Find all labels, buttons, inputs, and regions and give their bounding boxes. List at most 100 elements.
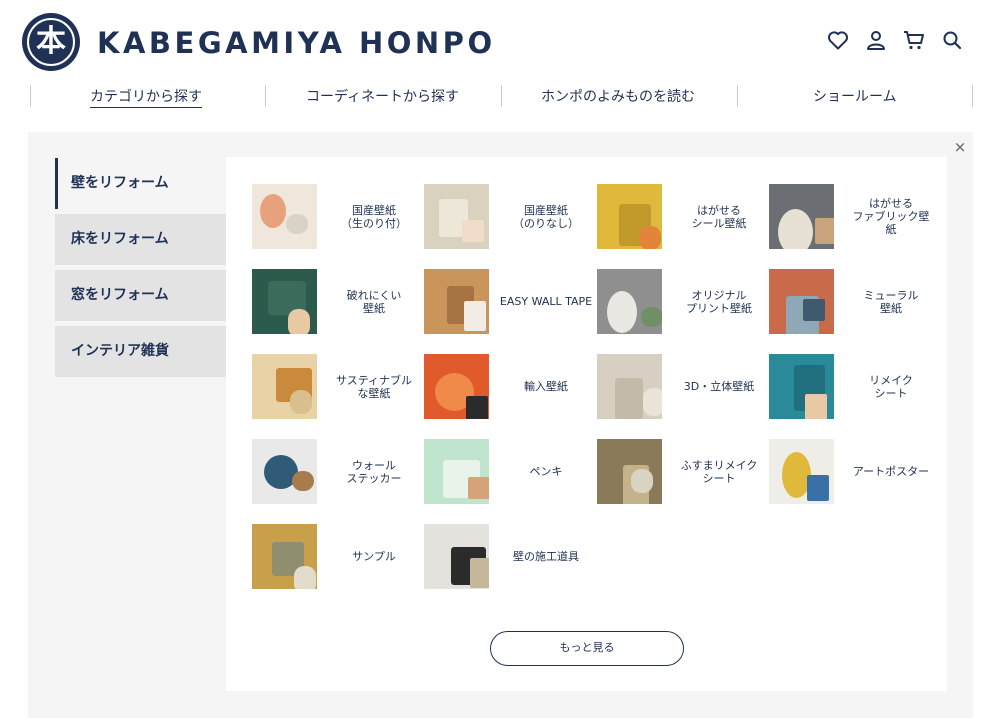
- category-thumbnail[interactable]: [252, 269, 317, 334]
- thumbnail-shape: [294, 566, 316, 589]
- logo-kanji: 本: [36, 24, 66, 59]
- category-label[interactable]: ミューラル 壁紙: [840, 269, 942, 334]
- side-item-wall[interactable]: 壁をリフォーム: [55, 158, 226, 209]
- category-item[interactable]: アートポスター: [769, 439, 941, 505]
- thumbnail-shape: [615, 378, 643, 419]
- thumbnail-shape: [778, 209, 813, 249]
- thumbnail-shape: [607, 291, 637, 333]
- more-button[interactable]: もっと見る: [490, 631, 684, 666]
- category-label[interactable]: EASY WALL TAPE: [495, 269, 597, 334]
- category-item[interactable]: ミューラル 壁紙: [769, 269, 941, 335]
- category-thumbnail[interactable]: [252, 184, 317, 249]
- thumbnail-shape: [631, 469, 653, 493]
- nav-divider: [265, 85, 266, 107]
- category-label[interactable]: アートポスター: [840, 439, 942, 504]
- logo-mark[interactable]: 本: [22, 13, 80, 71]
- category-label[interactable]: リメイク シート: [840, 354, 942, 419]
- nav-divider: [30, 85, 31, 107]
- cart-icon[interactable]: [902, 28, 926, 52]
- category-item[interactable]: サスティナブル な壁紙: [252, 354, 424, 420]
- category-item[interactable]: はがせる シール壁紙: [597, 184, 769, 250]
- category-thumbnail[interactable]: [424, 354, 489, 419]
- thumbnail-shape: [641, 307, 662, 327]
- thumbnail-shape: [260, 194, 286, 228]
- category-label[interactable]: 3D・立体壁紙: [668, 354, 770, 419]
- thumbnail-shape: [288, 309, 310, 334]
- category-label[interactable]: 壁の施工道具: [495, 524, 597, 589]
- category-thumbnail[interactable]: [424, 439, 489, 504]
- category-item[interactable]: サンプル: [252, 524, 424, 590]
- category-thumbnail[interactable]: [424, 524, 489, 589]
- thumbnail-shape: [462, 220, 484, 242]
- thumbnail-shape: [292, 471, 314, 491]
- category-item[interactable]: 国産壁紙 （生のり付）: [252, 184, 424, 250]
- category-label[interactable]: サンプル: [323, 524, 425, 589]
- thumbnail-shape: [807, 475, 829, 501]
- thumbnail-shape: [290, 390, 312, 414]
- category-item[interactable]: 3D・立体壁紙: [597, 354, 769, 420]
- nav-showroom[interactable]: ショールーム: [813, 86, 897, 106]
- logo-text[interactable]: KABEGAMIYA HONPO: [97, 26, 496, 60]
- thumbnail-shape: [464, 301, 486, 331]
- category-thumbnail[interactable]: [597, 439, 662, 504]
- nav-readings[interactable]: ホンポのよみものを読む: [541, 86, 695, 106]
- search-icon[interactable]: [940, 28, 964, 52]
- side-item-interior[interactable]: インテリア雑貨: [55, 326, 226, 377]
- header-icons: [826, 28, 964, 52]
- category-item[interactable]: 破れにくい 壁紙: [252, 269, 424, 335]
- nav-divider: [737, 85, 738, 107]
- site-header: 本 KABEGAMIYA HONPO カテゴリから探す コーディネートから探す …: [0, 0, 1000, 132]
- side-item-window[interactable]: 窓をリフォーム: [55, 270, 226, 321]
- category-label[interactable]: ウォール ステッカー: [323, 439, 425, 504]
- category-item[interactable]: オリジナル プリント壁紙: [597, 269, 769, 335]
- side-item-floor[interactable]: 床をリフォーム: [55, 214, 226, 265]
- nav-divider: [972, 85, 973, 107]
- category-thumbnail[interactable]: [769, 439, 834, 504]
- category-thumbnail[interactable]: [252, 354, 317, 419]
- category-label[interactable]: はがせる ファブリック壁 紙: [840, 184, 942, 249]
- category-thumbnail[interactable]: [769, 184, 834, 249]
- category-label[interactable]: ふすまリメイク シート: [668, 439, 770, 504]
- thumbnail-shape: [639, 226, 661, 249]
- category-label[interactable]: オリジナル プリント壁紙: [668, 269, 770, 334]
- category-label[interactable]: サスティナブル な壁紙: [323, 354, 425, 419]
- category-item[interactable]: 輸入壁紙: [424, 354, 596, 420]
- category-thumbnail[interactable]: [769, 269, 834, 334]
- category-thumbnail[interactable]: [597, 269, 662, 334]
- category-item[interactable]: リメイク シート: [769, 354, 941, 420]
- category-thumbnail[interactable]: [424, 269, 489, 334]
- thumbnail-shape: [466, 396, 488, 419]
- category-thumbnail[interactable]: [769, 354, 834, 419]
- category-label[interactable]: ペンキ: [495, 439, 597, 504]
- category-label[interactable]: 破れにくい 壁紙: [323, 269, 425, 334]
- category-thumbnail[interactable]: [597, 184, 662, 249]
- close-icon[interactable]: ×: [952, 139, 968, 155]
- category-item[interactable]: 国産壁紙 （のりなし）: [424, 184, 596, 250]
- category-item[interactable]: 壁の施工道具: [424, 524, 596, 590]
- thumbnail-shape: [286, 214, 308, 234]
- category-item[interactable]: はがせる ファブリック壁 紙: [769, 184, 941, 250]
- category-item[interactable]: ペンキ: [424, 439, 596, 505]
- category-item[interactable]: EASY WALL TAPE: [424, 269, 596, 335]
- thumbnail-shape: [815, 218, 834, 244]
- thumbnail-shape: [468, 477, 489, 499]
- thumbnail-shape: [805, 394, 827, 419]
- heart-icon[interactable]: [826, 28, 850, 52]
- main-nav: カテゴリから探す コーディネートから探す ホンポのよみものを読む ショールーム: [0, 83, 1000, 109]
- category-label[interactable]: 国産壁紙 （のりなし）: [495, 184, 597, 249]
- thumbnail-shape: [643, 388, 662, 416]
- category-label[interactable]: 輸入壁紙: [495, 354, 597, 419]
- category-item[interactable]: ふすまリメイク シート: [597, 439, 769, 505]
- category-thumbnail[interactable]: [424, 184, 489, 249]
- category-thumbnail[interactable]: [252, 439, 317, 504]
- user-icon[interactable]: [864, 28, 888, 52]
- category-item[interactable]: ウォール ステッカー: [252, 439, 424, 505]
- nav-category[interactable]: カテゴリから探す: [90, 86, 202, 108]
- thumbnail-shape: [803, 299, 825, 321]
- category-thumbnail[interactable]: [597, 354, 662, 419]
- nav-coordinate[interactable]: コーディネートから探す: [306, 86, 459, 106]
- category-thumbnail[interactable]: [252, 524, 317, 589]
- category-label[interactable]: 国産壁紙 （生のり付）: [323, 184, 425, 249]
- category-label[interactable]: はがせる シール壁紙: [668, 184, 770, 249]
- nav-divider: [501, 85, 502, 107]
